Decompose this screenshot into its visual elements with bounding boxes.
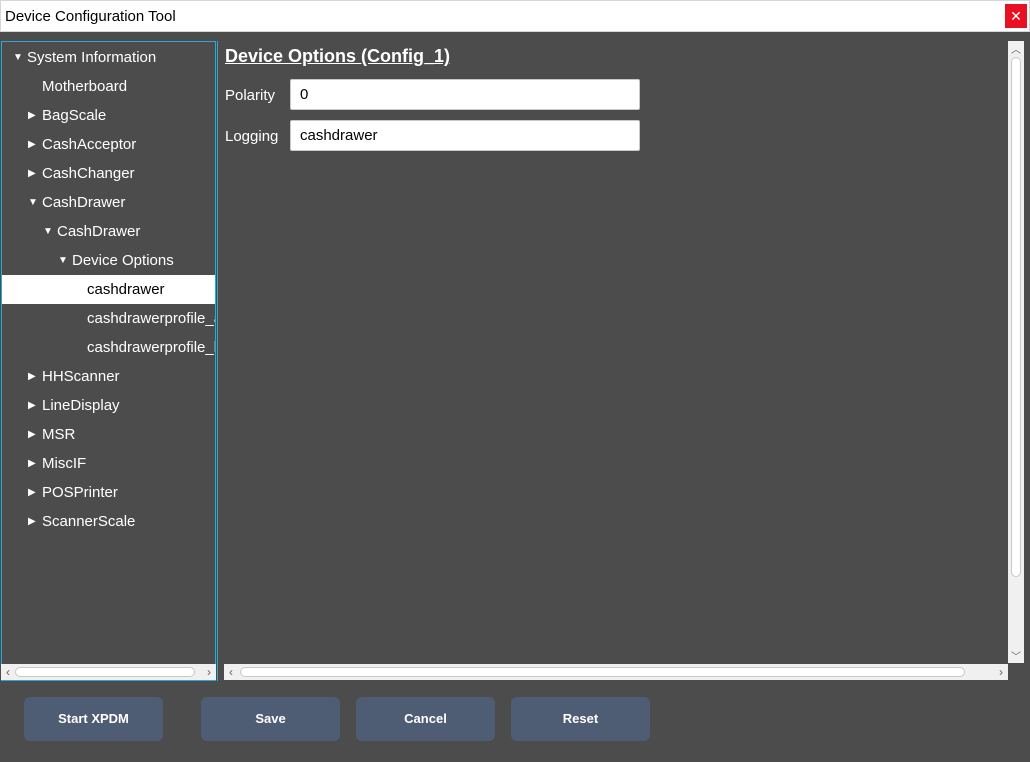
scroll-up-icon[interactable]: ︿ [1008,41,1024,56]
tree-item[interactable]: ▼ CashDrawer [2,188,215,217]
start-xpdm-button[interactable]: Start XPDM [24,697,163,741]
collapsed-triangle-icon[interactable]: ▶ [28,478,38,507]
scroll-left-icon[interactable]: ‹ [1,664,15,680]
tree-item-label: LineDisplay [42,397,120,414]
tree-item-label: cashdrawer [87,281,165,298]
tree-item[interactable]: ▶ CashAcceptor [2,130,215,159]
scroll-right-icon[interactable]: › [994,664,1008,680]
tree-item[interactable]: ▶ LineDisplay [2,391,215,420]
collapsed-triangle-icon[interactable]: ▶ [28,391,38,420]
tree-item-label: Device Options [72,252,174,269]
scroll-left-icon[interactable]: ‹ [224,664,238,680]
tree-item-label: CashChanger [42,165,135,182]
tree-item[interactable]: ▶ MSR [2,420,215,449]
expanded-triangle-icon[interactable]: ▼ [28,188,38,217]
scroll-thumb[interactable] [15,667,195,677]
tree-item-label: POSPrinter [42,484,118,501]
tree-item[interactable]: Motherboard [2,72,215,101]
logging-label: Logging [225,128,279,145]
close-icon[interactable]: ✕ [1005,4,1027,28]
expanded-triangle-icon[interactable]: ▼ [58,246,68,275]
tree-item[interactable]: ▶ HHScanner [2,362,215,391]
tree-item-label: ScannerScale [42,513,136,530]
scroll-down-icon[interactable]: ﹀ [1008,648,1024,663]
tree-item[interactable]: ▶ MiscIF [2,449,215,478]
collapsed-triangle-icon[interactable]: ▶ [28,507,38,536]
content-horizontal-scrollbar[interactable]: ‹ › [224,664,1008,680]
content-vertical-scrollbar[interactable]: ︿ ﹀ [1008,41,1024,663]
tree-item[interactable]: ▶ BagScale [2,101,215,130]
expanded-triangle-icon[interactable]: ▼ [13,43,23,72]
tree-item-label: cashdrawerprofile_b [87,339,215,356]
tree-item-label: cashdrawerprofile_a [87,310,215,327]
polarity-field[interactable]: 0 [290,79,640,110]
collapsed-triangle-icon[interactable]: ▶ [28,101,38,130]
tree-item-label: BagScale [42,107,107,124]
tree-item[interactable]: ▼ Device Options [2,246,215,275]
tree-item[interactable]: cashdrawerprofile_b [2,333,215,362]
collapsed-triangle-icon[interactable]: ▶ [28,449,38,478]
logging-field[interactable]: cashdrawer [290,120,640,151]
collapsed-triangle-icon[interactable]: ▶ [28,420,38,449]
device-options-panel: Device Options (Config_1) Polarity 0 Log… [223,41,1023,681]
tree-item[interactable]: ▶ CashChanger [2,159,215,188]
tree-item-label: System Information [27,49,157,66]
tree-horizontal-scrollbar[interactable]: ‹ › [1,664,216,680]
expanded-triangle-icon[interactable]: ▼ [43,217,53,246]
window-title: Device Configuration Tool [5,8,176,25]
tree-item[interactable]: ▼ System Information [2,43,215,72]
tree-item-label: HHScanner [42,368,120,385]
polarity-label: Polarity [225,87,276,104]
page-title: Device Options (Config_1) [225,46,451,66]
tree-item[interactable]: ▶ ScannerScale [2,507,215,536]
save-button[interactable]: Save [201,697,340,741]
tree-item-label: MSR [42,426,76,443]
collapsed-triangle-icon[interactable]: ▶ [28,362,38,391]
tree-item-label: Motherboard [42,78,128,95]
cancel-button[interactable]: Cancel [356,697,495,741]
scroll-thumb[interactable] [1011,57,1021,577]
tree-item[interactable]: ▶ POSPrinter [2,478,215,507]
tree-item[interactable]: ▼ CashDrawer [2,217,215,246]
scroll-thumb[interactable] [240,667,965,677]
tree-item-label: MiscIF [42,455,87,472]
title-bar: Device Configuration Tool ✕ [0,0,1030,32]
tree-item-label: CashDrawer [57,223,141,240]
collapsed-triangle-icon[interactable]: ▶ [28,130,38,159]
scroll-right-icon[interactable]: › [202,664,216,680]
collapsed-triangle-icon[interactable]: ▶ [28,159,38,188]
device-tree[interactable]: ▼ System Information Motherboard ▶ BagScale ▶… [1,41,216,681]
reset-button[interactable]: Reset [511,697,650,741]
tree-item-label: CashAcceptor [42,136,137,153]
tree-item[interactable]: cashdrawerprofile_a [2,304,215,333]
tree-item-label: CashDrawer [42,194,126,211]
tree-item[interactable]: cashdrawer [2,275,215,304]
